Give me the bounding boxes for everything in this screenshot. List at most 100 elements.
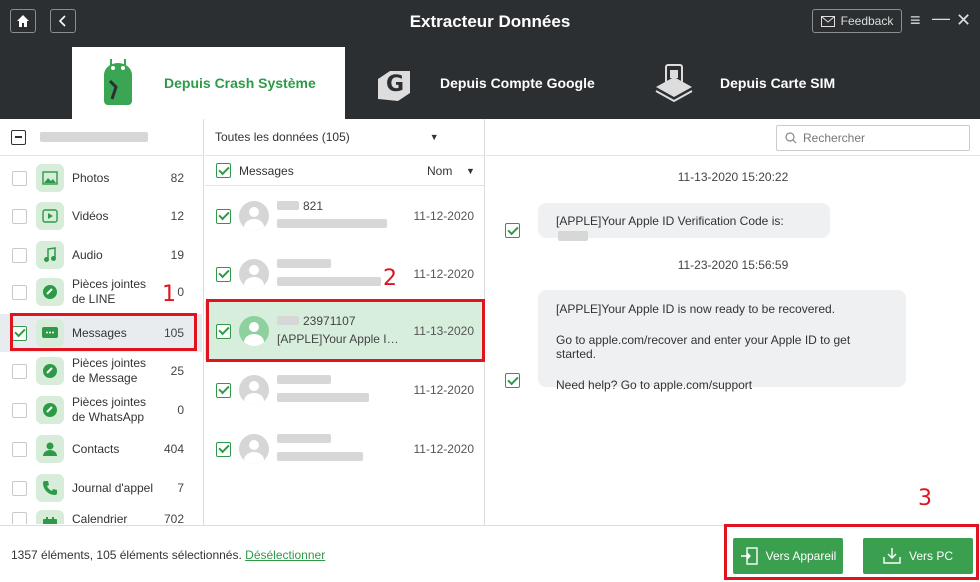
category-count: 404 (163, 442, 184, 456)
chevron-down-icon: ▼ (429, 132, 439, 142)
tab-label: Depuis Compte Google (440, 75, 595, 91)
annotation-box-2 (206, 299, 485, 362)
category-label: Journal d'appel (72, 480, 154, 495)
thread-title (277, 257, 331, 271)
annotation-number: 2 (383, 266, 397, 291)
category-item[interactable]: Audio 19 (0, 236, 202, 274)
category-item[interactable]: Pièces jointes de Message 25 (0, 352, 202, 390)
message-checkbox[interactable] (505, 373, 520, 388)
feedback-label: Feedback (840, 14, 894, 28)
tab-label: Depuis Crash Système (164, 75, 316, 91)
timestamp: 11-13-2020 15:20:22 (677, 170, 789, 184)
message-thread-item[interactable]: 821 11-12-2020 (205, 187, 484, 245)
mail-icon (820, 15, 835, 27)
category-checkbox[interactable] (12, 480, 27, 496)
thread-checkbox[interactable] (216, 382, 231, 398)
category-item[interactable]: Photos 82 (0, 159, 202, 197)
category-label: Pièces jointes de LINE (72, 277, 147, 306)
thread-preview (277, 217, 405, 231)
category-item[interactable]: Pièces jointes de WhatsApp 0 (0, 391, 202, 429)
calendar-icon (36, 510, 64, 524)
category-item[interactable]: Vidéos 12 (0, 197, 202, 235)
message-thread-item[interactable]: 11-12-2020 (205, 420, 484, 478)
category-label: Contacts (72, 441, 120, 456)
attachment-icon (36, 396, 64, 424)
device-header (0, 119, 203, 156)
annotation-box-1 (10, 313, 197, 351)
category-checkbox[interactable] (12, 441, 27, 457)
phone-icon (36, 474, 64, 502)
blurred-text (277, 393, 369, 402)
message-thread-item[interactable]: 11-12-2020 (205, 361, 484, 419)
category-checkbox[interactable] (12, 284, 27, 300)
category-count: 0 (177, 403, 184, 417)
category-count: 25 (170, 364, 184, 378)
music-icon (36, 241, 64, 269)
annotation-box-3 (724, 524, 979, 580)
category-checkbox[interactable] (12, 208, 27, 224)
tab-label: Depuis Carte SIM (720, 75, 836, 91)
annotation-number: 1 (162, 282, 176, 307)
timestamp: 11-23-2020 15:56:59 (677, 258, 789, 272)
message-checkbox[interactable] (505, 223, 520, 238)
thread-checkbox[interactable] (216, 208, 231, 224)
messages-list-header: Messages Nom ▼ (205, 156, 484, 186)
status-text: 1357 éléments, 105 éléments sélectionnés… (11, 548, 325, 562)
category-checkbox[interactable] (12, 512, 27, 524)
select-all-checkbox[interactable] (11, 129, 26, 145)
blurred-text (277, 452, 363, 461)
svg-text:G: G (386, 72, 404, 97)
google-account-icon: G (366, 55, 422, 111)
feedback-button[interactable]: Feedback (812, 9, 902, 33)
minimize-icon[interactable]: — (932, 8, 950, 29)
category-item[interactable]: Journal d'appel 7 (0, 469, 202, 507)
message-bubble: [APPLE]Your Apple ID is now ready to be … (538, 290, 906, 392)
category-count: 702 (163, 512, 184, 524)
category-count: 12 (170, 209, 184, 223)
tab-crash-system[interactable]: Depuis Crash Système (72, 47, 345, 119)
thread-date: 11-12-2020 (413, 209, 475, 223)
contact-icon (36, 435, 64, 463)
tab-sim-card[interactable]: Depuis Carte SIM (640, 47, 900, 119)
category-label: Pièces jointes de Message (72, 356, 147, 385)
category-checkbox[interactable] (12, 247, 27, 263)
thread-checkbox[interactable] (216, 266, 231, 282)
bubble-text: [APPLE]Your Apple ID Verification Code i… (556, 214, 784, 228)
category-label: Photos (72, 170, 110, 185)
category-item[interactable]: Calendrier 702 (0, 508, 202, 524)
category-item[interactable]: Contacts 404 (0, 430, 202, 468)
category-checkbox[interactable] (12, 402, 27, 418)
bubble-line: Go to apple.com/recover and enter your A… (556, 333, 851, 361)
message-thread-item[interactable]: 11-12-2020 (205, 245, 484, 303)
attachment-icon (36, 278, 64, 306)
avatar (239, 375, 269, 405)
filter-dropdown[interactable]: Toutes les données (105) ▼ (205, 119, 484, 156)
avatar (239, 434, 269, 464)
sort-chevron-icon[interactable]: ▼ (466, 166, 475, 176)
android-repair-icon (90, 55, 146, 111)
device-name-blurred (40, 132, 148, 142)
category-checkbox[interactable] (12, 170, 27, 186)
deselect-link[interactable]: Désélectionner (245, 548, 325, 562)
search-icon (785, 132, 797, 144)
tab-google-account[interactable]: G Depuis Compte Google (360, 47, 620, 119)
sim-card-icon (646, 55, 702, 111)
category-checkbox[interactable] (12, 363, 27, 379)
code-blurred (558, 230, 588, 241)
category-count: 7 (177, 481, 184, 495)
select-all-messages-checkbox[interactable] (216, 163, 231, 178)
menu-icon[interactable]: ≡ (910, 10, 921, 31)
search-input[interactable]: Rechercher (776, 125, 970, 151)
blurred-digits (277, 201, 299, 210)
annotation-number: 3 (918, 486, 932, 511)
close-icon[interactable]: ✕ (956, 10, 971, 31)
avatar (239, 201, 269, 231)
bubble-line: [APPLE]Your Apple ID is now ready to be … (556, 302, 836, 316)
sort-label[interactable]: Nom (427, 164, 452, 178)
thread-checkbox[interactable] (216, 441, 231, 457)
thread-preview (277, 450, 405, 464)
blurred-text (277, 277, 381, 286)
thread-title (277, 432, 331, 446)
thread-date: 11-12-2020 (413, 442, 475, 456)
status-summary: 1357 éléments, 105 éléments sélectionnés… (11, 548, 242, 562)
